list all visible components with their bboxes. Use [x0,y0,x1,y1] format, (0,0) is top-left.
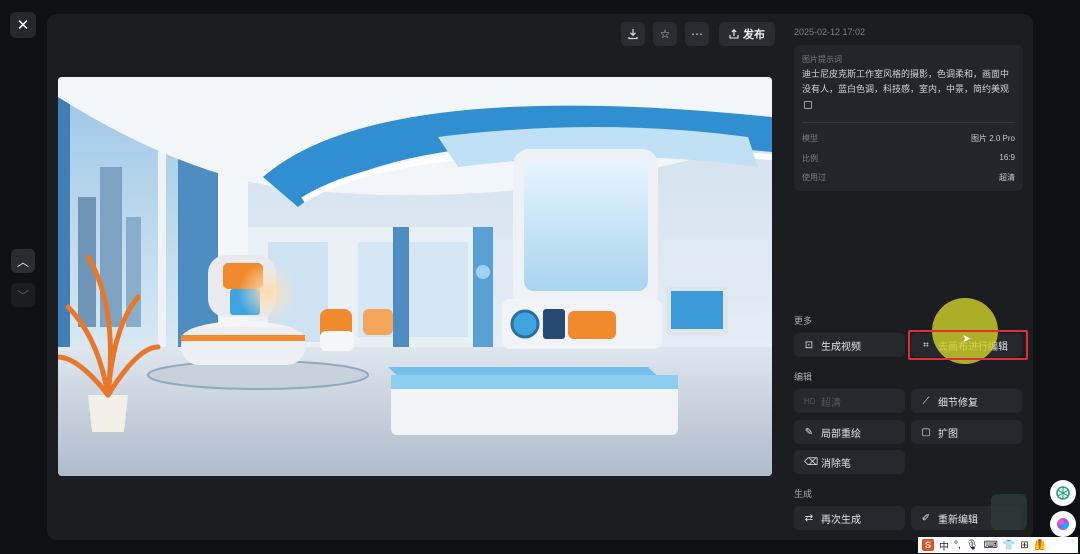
section-edit-title: 编辑 [794,372,813,382]
detail-fix-button[interactable]: ⟋ 细节修复 [911,389,1022,413]
colorful-sphere-icon [1057,518,1069,530]
publish-button[interactable]: 发布 [719,22,775,46]
regenerate-button[interactable]: ⇄ 再次生成 [794,506,905,530]
mouse-cursor-icon: ➤ [962,333,972,345]
favorite-button[interactable]: ☆ [653,22,677,46]
publish-label: 发布 [743,29,765,41]
brush-icon: ✎ [804,426,814,438]
magic-wand-icon: ⟋ [922,395,930,407]
copy-icon[interactable] [804,100,812,109]
chevron-down-icon: ﹀ [16,288,29,303]
hd-icon: HD [804,396,816,406]
chevron-up-icon: ︿ [16,254,29,269]
prompt-text: 迪士尼皮克斯工作室风格的摄影，色调柔和，画面中没有人，蓝白色调，科技感，室内，中… [802,67,1014,112]
prompt-card: 图片提示词 迪士尼皮克斯工作室风格的摄影，色调柔和，画面中没有人，蓝白色调，科技… [794,45,1023,191]
divider [802,122,1015,123]
hd-label: 超清 [821,397,841,409]
expand-button[interactable]: ▢ 扩图 [911,420,1022,444]
pencil-icon: ✐ [921,512,931,524]
ime-language-toggle[interactable]: 中 [939,538,949,553]
prompt-text-content: 迪士尼皮克斯工作室风格的摄影，色调柔和，画面中没有人，蓝白色调，科技感，室内，中… [802,69,1010,94]
generated-image [58,77,772,476]
regenerate-label: 再次生成 [821,514,861,526]
close-icon: ✕ [16,17,30,34]
chatgpt-float-button[interactable] [1050,480,1076,506]
sogou-logo-icon[interactable]: S [922,539,934,551]
ime-toolbar: S 中 °, 🎙 ⌨ 👕 ⊞ 🦺 [918,537,1078,553]
refresh-icon: ⇄ [804,512,814,524]
used-value: 超清 [999,173,1015,182]
skin-icon[interactable]: 👕 [1003,540,1015,551]
expand-icon: ▢ [921,426,931,438]
created-date: 2025-02-12 17:02 [794,27,866,37]
video-icon: ⊡ [804,339,814,351]
inpaint-button[interactable]: ✎ 局部重绘 [794,420,905,444]
ratio-key: 比例 [802,154,818,163]
reedit-label: 重新编辑 [938,514,978,526]
model-key: 模型 [802,134,818,143]
model-value: 图片 2.0 Pro [970,134,1015,143]
download-button[interactable] [621,22,645,46]
prompt-label: 图片提示词 [802,55,842,64]
qr-code-thumbnail[interactable] [991,494,1027,530]
ratio-value: 16:9 [999,153,1015,162]
section-more-title: 更多 [794,316,813,326]
eraser-icon: ⌫ [804,456,819,468]
generate-video-label: 生成视频 [821,341,861,353]
hd-button[interactable]: HD 超清 [794,389,905,413]
close-button[interactable]: ✕ [10,12,36,38]
assistant-float-button[interactable] [1050,511,1076,537]
eraser-button[interactable]: ⌫ 消除笔 [794,450,905,474]
openai-icon [1056,486,1070,500]
vest-icon[interactable]: 🦺 [1034,540,1046,551]
keyboard-icon[interactable]: ⌨ [983,540,997,551]
generate-video-button[interactable]: ⊡ 生成视频 [794,333,905,357]
model-row: 模型 图片 2.0 Pro [802,133,1015,144]
image-toolbar: ☆ ⋯ [621,22,709,46]
next-image-button[interactable]: ﹀ [11,283,35,307]
ime-punctuation-toggle[interactable]: °, [954,540,961,551]
used-row: 使用过 超清 [802,172,1015,183]
expand-label: 扩图 [938,428,958,440]
used-key: 使用过 [802,173,826,182]
previous-image-button[interactable]: ︿ [11,249,35,273]
grid-menu-icon[interactable]: ⊞ [1020,540,1028,551]
ratio-row: 比例 16:9 [802,153,1015,164]
eraser-label: 消除笔 [821,458,851,470]
more-icon: ⋯ [691,27,703,41]
detail-fix-label: 细节修复 [938,397,978,409]
share-upload-icon [729,29,739,39]
more-options-button[interactable]: ⋯ [685,22,709,46]
inpaint-label: 局部重绘 [821,428,861,440]
section-generate-title: 生成 [794,489,813,499]
download-icon [628,29,638,40]
star-icon: ☆ [659,27,671,41]
microphone-icon[interactable]: 🎙 [966,540,979,551]
